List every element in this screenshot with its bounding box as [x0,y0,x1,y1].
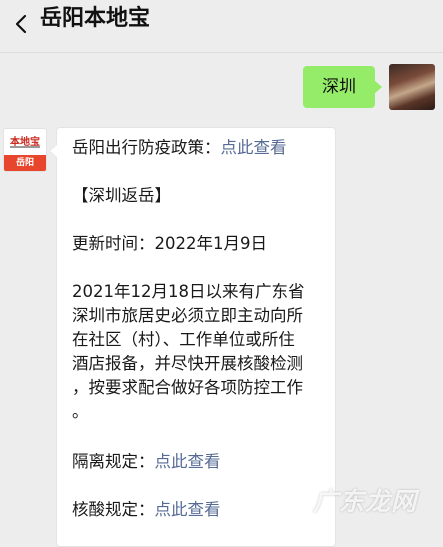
policy-link[interactable]: 点此查看 [221,138,287,157]
body-line: 酒店报备，并尽快开展核酸检测 [72,354,303,373]
body-line: 2021年12月18日以来有广东省 [72,282,305,301]
back-arrow-icon[interactable] [10,12,34,36]
test-link[interactable]: 点此查看 [155,500,221,519]
chat-title: 岳阳本地宝 [40,6,151,31]
quarantine-link[interactable]: 点此查看 [155,452,221,471]
test-prefix: 核酸规定： [72,500,155,519]
outgoing-message: 深圳 [235,64,435,110]
quarantine-line: 隔离规定：点此查看 [72,450,323,474]
watermark: 广东龙网 [312,487,417,516]
policy-body: 2021年12月18日以来有广东省 深圳市旅居史必须立即主动向所 在社区（村）、… [72,280,323,424]
body-line: 深圳市旅居史必须立即主动向所 [72,306,303,325]
section-title: 【深圳返岳】 [72,186,171,205]
body-line: 。 [72,402,89,421]
logo-city: 岳阳 [4,155,46,171]
test-line: 核酸规定：点此查看 [72,498,323,522]
quarantine-prefix: 隔离规定： [72,452,155,471]
top-bar: 岳阳本地宝 [0,0,443,53]
account-avatar[interactable]: 本地宝 岳阳 [3,128,47,172]
policy-line: 岳阳出行防疫政策：点此查看 [72,136,323,160]
policy-prefix: 岳阳出行防疫政策： [72,138,221,157]
incoming-bubble: 岳阳出行防疫政策：点此查看 【深圳返岳】 更新时间：2022年1月9日 2021… [49,127,336,547]
body-line: ，按要求配合做好各项防控工作 [72,378,303,397]
user-avatar[interactable] [389,64,435,110]
update-time: 更新时间：2022年1月9日 [72,234,267,253]
body-line: 在社区（村）、工作单位或所住 [72,330,295,349]
logo-divider [10,146,40,148]
outgoing-bubble[interactable]: 深圳 [303,66,382,108]
